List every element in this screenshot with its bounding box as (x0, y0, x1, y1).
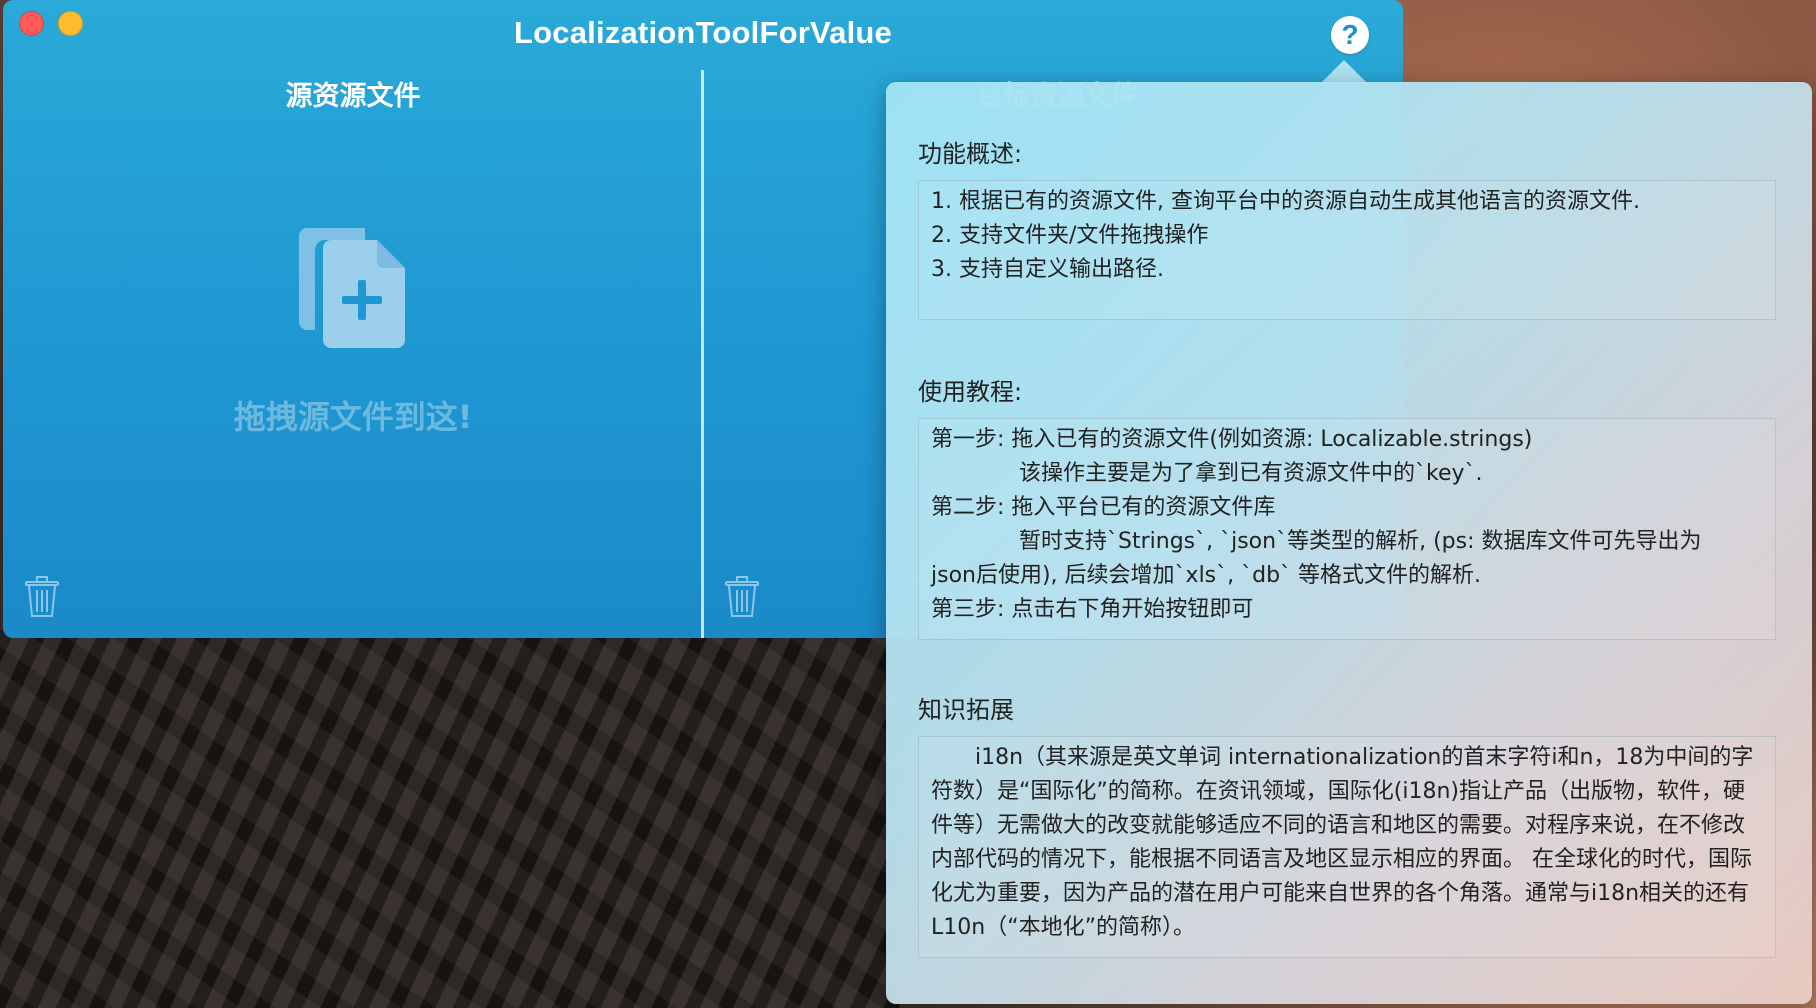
tutorial-line: json后使用), 后续会增加`xls`, `db` 等格式文件的解析. (931, 563, 1482, 588)
knowledge-text: i18n（其来源是英文单词 internationalization的首末字符i… (931, 745, 1754, 940)
source-pane-title: 源资源文件 (285, 81, 421, 112)
tutorial-line: 第一步: 拖入已有的资源文件(例如资源: Localizable.strings… (931, 427, 1533, 452)
trash-icon[interactable] (25, 576, 59, 618)
add-file-icon[interactable] (295, 220, 415, 350)
knowledge-title: 知识拓展 (918, 696, 1014, 724)
tutorial-line: 该操作主要是为了拿到已有资源文件中的`key`. (1019, 461, 1483, 486)
tutorial-line: 第三步: 点击右下角开始按钮即可 (931, 597, 1254, 622)
trash-icon[interactable] (725, 576, 759, 618)
overview-item: 2. 支持文件夹/文件拖拽操作 (931, 223, 1209, 248)
help-popover: 功能概述: 1. 根据已有的资源文件, 查询平台中的资源自动生成其他语言的资源文… (886, 82, 1812, 1004)
drop-hint: 拖拽源文件到这! (233, 398, 473, 436)
tutorial-title: 使用教程: (918, 378, 1023, 406)
pane-divider (701, 70, 704, 638)
popover-arrow (1320, 60, 1368, 84)
tutorial-box: 第一步: 拖入已有的资源文件(例如资源: Localizable.strings… (918, 418, 1776, 640)
overview-box: 1. 根据已有的资源文件, 查询平台中的资源自动生成其他语言的资源文件. 2. … (918, 180, 1776, 320)
tutorial-line: 第二步: 拖入平台已有的资源文件库 (931, 495, 1276, 520)
help-button[interactable]: ? (1331, 16, 1369, 54)
knowledge-box: i18n（其来源是英文单词 internationalization的首末字符i… (918, 736, 1776, 958)
overview-item: 1. 根据已有的资源文件, 查询平台中的资源自动生成其他语言的资源文件. (931, 189, 1640, 214)
overview-title: 功能概述: (918, 140, 1023, 168)
window-title: LocalizationToolForValue (514, 15, 892, 50)
overview-item: 3. 支持自定义输出路径. (931, 257, 1164, 282)
tutorial-line: 暂时支持`Strings`, `json`等类型的解析, (ps: 数据库文件可… (1019, 529, 1702, 554)
desktop-wallpaper (0, 630, 900, 1008)
